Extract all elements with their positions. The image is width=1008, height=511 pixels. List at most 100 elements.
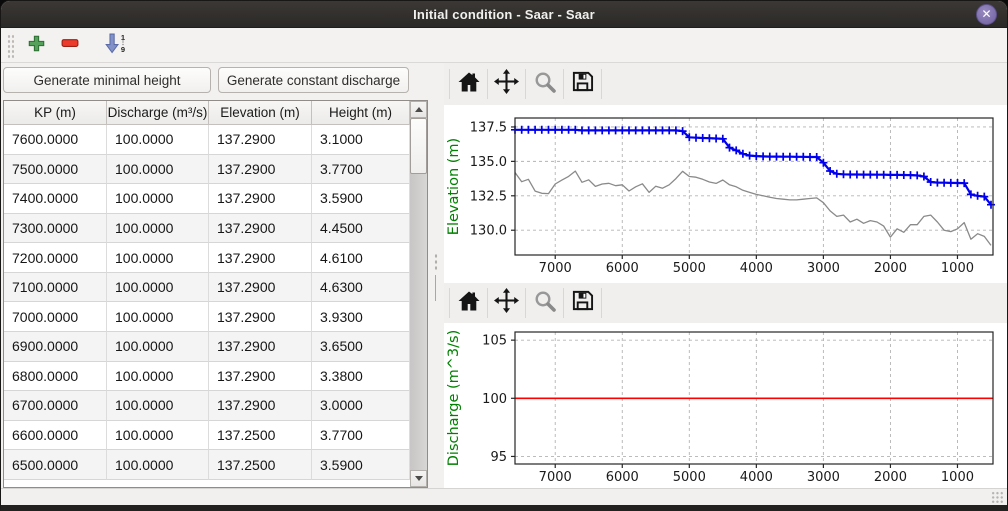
home-icon (457, 289, 481, 318)
table-cell-discharge[interactable]: 100.0000 (107, 125, 209, 155)
chart1-zoom-button[interactable] (531, 71, 558, 98)
remove-row-button[interactable] (57, 33, 83, 59)
table-cell-elevation[interactable]: 137.2900 (209, 243, 312, 273)
table-row: 7500.0000100.0000137.29003.7700 (4, 155, 410, 185)
elevation-plot[interactable]: 7000600050004000300020001000137.5135.013… (444, 105, 1008, 283)
sort-rows-button[interactable]: 1 ⋮ 9 (99, 33, 125, 59)
x-tick-label: 1000 (941, 470, 974, 485)
column-header-height[interactable]: Height (m) (312, 101, 410, 125)
splitter-grip-dots (434, 253, 438, 271)
table-cell-height[interactable]: 3.0000 (312, 391, 410, 421)
chart-panel: 7000600050004000300020001000137.5135.013… (444, 63, 1008, 488)
column-header-kp[interactable]: KP (m) (4, 101, 107, 125)
table-cell-kp[interactable]: 6500.0000 (4, 450, 107, 480)
table-cell-discharge[interactable]: 100.0000 (107, 243, 209, 273)
pan-arrows-icon (494, 69, 519, 99)
table-scrollbar[interactable] (410, 101, 427, 487)
x-tick-label: 3000 (807, 470, 840, 485)
table-row: 6700.0000100.0000137.29003.0000 (4, 391, 410, 421)
toolbar-drag-handle[interactable] (7, 34, 14, 58)
table-cell-elevation[interactable]: 137.2900 (209, 273, 312, 303)
table-cell-discharge[interactable]: 100.0000 (107, 302, 209, 332)
table-cell-discharge[interactable]: 100.0000 (107, 332, 209, 362)
splitter-handle[interactable] (435, 275, 436, 301)
chart1-pan-button[interactable] (493, 71, 520, 98)
table-cell-height[interactable]: 3.6500 (312, 332, 410, 362)
discharge-plot[interactable]: 700060005000400030002000100010510095Disc… (444, 323, 1008, 488)
table-row: 6900.0000100.0000137.29003.6500 (4, 332, 410, 362)
magnifier-icon (533, 289, 557, 318)
table-cell-elevation[interactable]: 137.2500 (209, 421, 312, 451)
table-cell-discharge[interactable]: 100.0000 (107, 214, 209, 244)
x-tick-label: 2000 (874, 261, 907, 276)
resize-grip[interactable] (991, 491, 1004, 504)
table-cell-elevation[interactable]: 137.2900 (209, 332, 312, 362)
table-cell-height[interactable]: 3.5900 (312, 450, 410, 480)
table-cell-kp[interactable]: 7300.0000 (4, 214, 107, 244)
chart2-pan-button[interactable] (493, 290, 520, 317)
table-cell-kp[interactable]: 7000.0000 (4, 302, 107, 332)
table-row: 7100.0000100.0000137.29004.6300 (4, 273, 410, 303)
chart2-home-button[interactable] (455, 290, 482, 317)
table-cell-elevation[interactable]: 137.2900 (209, 362, 312, 392)
table-cell-height[interactable]: 4.6100 (312, 243, 410, 273)
table-cell-kp[interactable]: 6600.0000 (4, 421, 107, 451)
table-cell-elevation[interactable]: 137.2500 (209, 450, 312, 480)
table-cell-height[interactable]: 4.4500 (312, 214, 410, 244)
table-cell-kp[interactable]: 7200.0000 (4, 243, 107, 273)
table-cell-kp[interactable]: 7100.0000 (4, 273, 107, 303)
scroll-down-button[interactable] (410, 470, 427, 487)
scroll-up-button[interactable] (410, 101, 427, 118)
y-tick-label: 95 (490, 450, 507, 465)
table-cell-elevation[interactable]: 137.2900 (209, 184, 312, 214)
chart1-save-button[interactable] (569, 71, 596, 98)
x-tick-label: 7000 (539, 261, 572, 276)
plus-icon (28, 35, 45, 57)
minus-icon (61, 34, 79, 57)
table-cell-discharge[interactable]: 100.0000 (107, 155, 209, 185)
table-cell-discharge[interactable]: 100.0000 (107, 362, 209, 392)
table-cell-height[interactable]: 3.1000 (312, 125, 410, 155)
table-cell-discharge[interactable]: 100.0000 (107, 450, 209, 480)
table-cell-height[interactable]: 3.7700 (312, 421, 410, 451)
chart2-save-button[interactable] (569, 290, 596, 317)
table-cell-elevation[interactable]: 137.2900 (209, 214, 312, 244)
table-cell-discharge[interactable]: 100.0000 (107, 421, 209, 451)
chart2-zoom-button[interactable] (531, 290, 558, 317)
table-cell-kp[interactable]: 6900.0000 (4, 332, 107, 362)
table-cell-discharge[interactable]: 100.0000 (107, 391, 209, 421)
generate-minimal-height-button[interactable]: Generate minimal height (3, 67, 211, 93)
table-cell-height[interactable]: 3.7700 (312, 155, 410, 185)
x-tick-label: 7000 (539, 470, 572, 485)
table-cell-kp[interactable]: 7600.0000 (4, 125, 107, 155)
table-cell-kp[interactable]: 7500.0000 (4, 155, 107, 185)
table-cell-kp[interactable]: 6700.0000 (4, 391, 107, 421)
table-cell-elevation[interactable]: 137.2900 (209, 391, 312, 421)
table-cell-discharge[interactable]: 100.0000 (107, 184, 209, 214)
table-cell-height[interactable]: 3.3800 (312, 362, 410, 392)
table-cell-discharge[interactable]: 100.0000 (107, 273, 209, 303)
chart1-home-button[interactable] (455, 71, 482, 98)
scrollbar-thumb[interactable] (410, 118, 427, 174)
table-cell-elevation[interactable]: 137.2900 (209, 302, 312, 332)
titlebar[interactable]: Initial condition - Saar - Saar ✕ (1, 1, 1007, 28)
table-row: 6800.0000100.0000137.29003.3800 (4, 362, 410, 392)
table-cell-height[interactable]: 3.5900 (312, 184, 410, 214)
table-cell-kp[interactable]: 6800.0000 (4, 362, 107, 392)
status-bar (1, 488, 1007, 506)
table-cell-elevation[interactable]: 137.2900 (209, 155, 312, 185)
table-cell-height[interactable]: 3.9300 (312, 302, 410, 332)
column-header-elevation[interactable]: Elevation (m) (209, 101, 312, 125)
close-button[interactable]: ✕ (976, 4, 997, 25)
table-cell-kp[interactable]: 7400.0000 (4, 184, 107, 214)
panel-splitter[interactable] (428, 63, 444, 488)
table-row: 7300.0000100.0000137.29004.4500 (4, 214, 410, 244)
column-header-discharge[interactable]: Discharge (m³/s) (107, 101, 209, 125)
table-cell-height[interactable]: 4.6300 (312, 273, 410, 303)
y-tick-label: 130.0 (470, 224, 507, 239)
add-row-button[interactable] (23, 33, 49, 59)
sort-bottom-digit: 9 (121, 46, 125, 53)
table-cell-elevation[interactable]: 137.2900 (209, 125, 312, 155)
generate-constant-discharge-button[interactable]: Generate constant discharge (218, 67, 409, 93)
bed-elevation-line (515, 171, 991, 245)
